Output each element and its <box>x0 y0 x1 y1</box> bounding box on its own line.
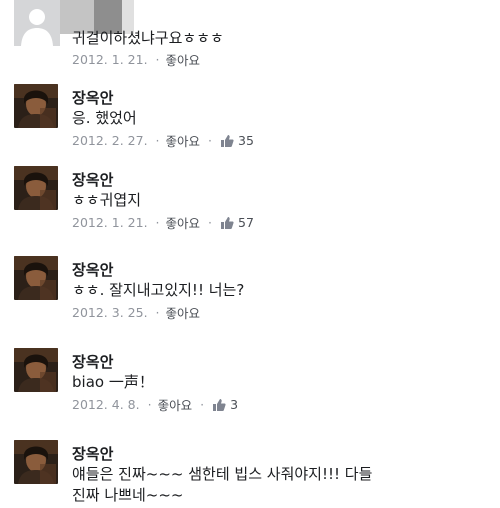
comment-text: 응. 했었어 <box>72 109 137 127</box>
separator-dot: · <box>147 397 152 412</box>
separator-dot: · <box>155 305 160 320</box>
profile-photo <box>14 256 58 300</box>
author-name[interactable]: 장옥안 <box>72 259 113 280</box>
comment-text-line-2: 진짜 나쁘네~~~ <box>72 486 184 504</box>
profile-photo <box>14 166 58 210</box>
like-link[interactable]: 좋아요 <box>166 131 201 150</box>
separator-dot: · <box>208 215 213 230</box>
comment-item: 장옥안 ㅎㅎ. 잘지내고있지!! 너는? 2012. 3. 25. · 좋아요 <box>0 252 500 332</box>
default-user-icon <box>14 0 60 46</box>
thumbs-up-icon[interactable] <box>212 398 226 412</box>
comment-text: ㅎㅎ. 잘지내고있지!! 너는? <box>72 281 245 299</box>
profile-photo <box>14 84 58 128</box>
author-name[interactable]: 장옥안 <box>72 169 113 190</box>
separator-dot: · <box>200 397 205 412</box>
comment-date[interactable]: 2012. 1. 21. <box>72 52 148 67</box>
author-name[interactable]: 장옥안 <box>72 351 113 372</box>
comment-meta: 2012. 3. 25. · 좋아요 <box>72 303 200 322</box>
comment-meta: 2012. 4. 8. · 좋아요 · 3 <box>72 395 238 414</box>
comment-text: ㅎㅎ귀엽지 <box>72 191 142 209</box>
separator-dot: · <box>155 52 160 67</box>
thumbs-up-icon[interactable] <box>220 216 234 230</box>
comment-text: biao 一声！ <box>72 373 154 391</box>
avatar[interactable] <box>14 348 58 392</box>
avatar[interactable] <box>14 440 58 484</box>
comment-meta: 2012. 2. 27. · 좋아요 · 35 <box>72 131 254 150</box>
default-user-avatar[interactable] <box>14 0 60 46</box>
like-link[interactable]: 좋아요 <box>158 395 193 414</box>
comment-item: 장옥안 얘들은 진짜~~~ 샘한테 빕스 사줘야지!!! 다들 진짜 나쁘네~~… <box>0 436 500 508</box>
like-link[interactable]: 좋아요 <box>166 303 201 322</box>
like-count[interactable]: 57 <box>238 215 254 230</box>
author-name[interactable]: 장옥안 <box>72 443 113 464</box>
like-count[interactable]: 35 <box>238 133 254 148</box>
comment-meta: 2012. 1. 21. · 좋아요 <box>72 50 200 69</box>
avatar[interactable] <box>14 84 58 128</box>
like-link[interactable]: 좋아요 <box>166 213 201 232</box>
comment-date[interactable]: 2012. 3. 25. <box>72 305 148 320</box>
avatar[interactable] <box>14 256 58 300</box>
separator-dot: · <box>208 133 213 148</box>
comment-item: 귀걸이하셨냐구요ㅎㅎㅎ 2012. 1. 21. · 좋아요 <box>0 0 500 70</box>
comment-date[interactable]: 2012. 1. 21. <box>72 215 148 230</box>
separator-dot: · <box>155 215 160 230</box>
comment-date[interactable]: 2012. 2. 27. <box>72 133 148 148</box>
author-name[interactable]: 장옥안 <box>72 87 113 108</box>
comment-text-line-1: 얘들은 진짜~~~ 샘한테 빕스 사줘야지!!! 다들 <box>72 465 373 483</box>
separator-dot: · <box>155 133 160 148</box>
profile-photo <box>14 440 58 484</box>
comment-date[interactable]: 2012. 4. 8. <box>72 397 140 412</box>
comment-item: 장옥안 ㅎㅎ귀엽지 2012. 1. 21. · 좋아요 · 57 <box>0 162 500 242</box>
comment-item: 장옥안 biao 一声！ 2012. 4. 8. · 좋아요 · 3 <box>0 344 500 424</box>
avatar[interactable] <box>14 166 58 210</box>
like-count[interactable]: 3 <box>230 397 238 412</box>
comment-meta: 2012. 1. 21. · 좋아요 · 57 <box>72 213 254 232</box>
comment-text: 귀걸이하셨냐구요ㅎㅎㅎ <box>72 29 224 47</box>
thumbs-up-icon[interactable] <box>220 134 234 148</box>
profile-photo <box>14 348 58 392</box>
comment-item: 장옥안 응. 했었어 2012. 2. 27. · 좋아요 · 35 <box>0 80 500 160</box>
like-link[interactable]: 좋아요 <box>166 50 201 69</box>
